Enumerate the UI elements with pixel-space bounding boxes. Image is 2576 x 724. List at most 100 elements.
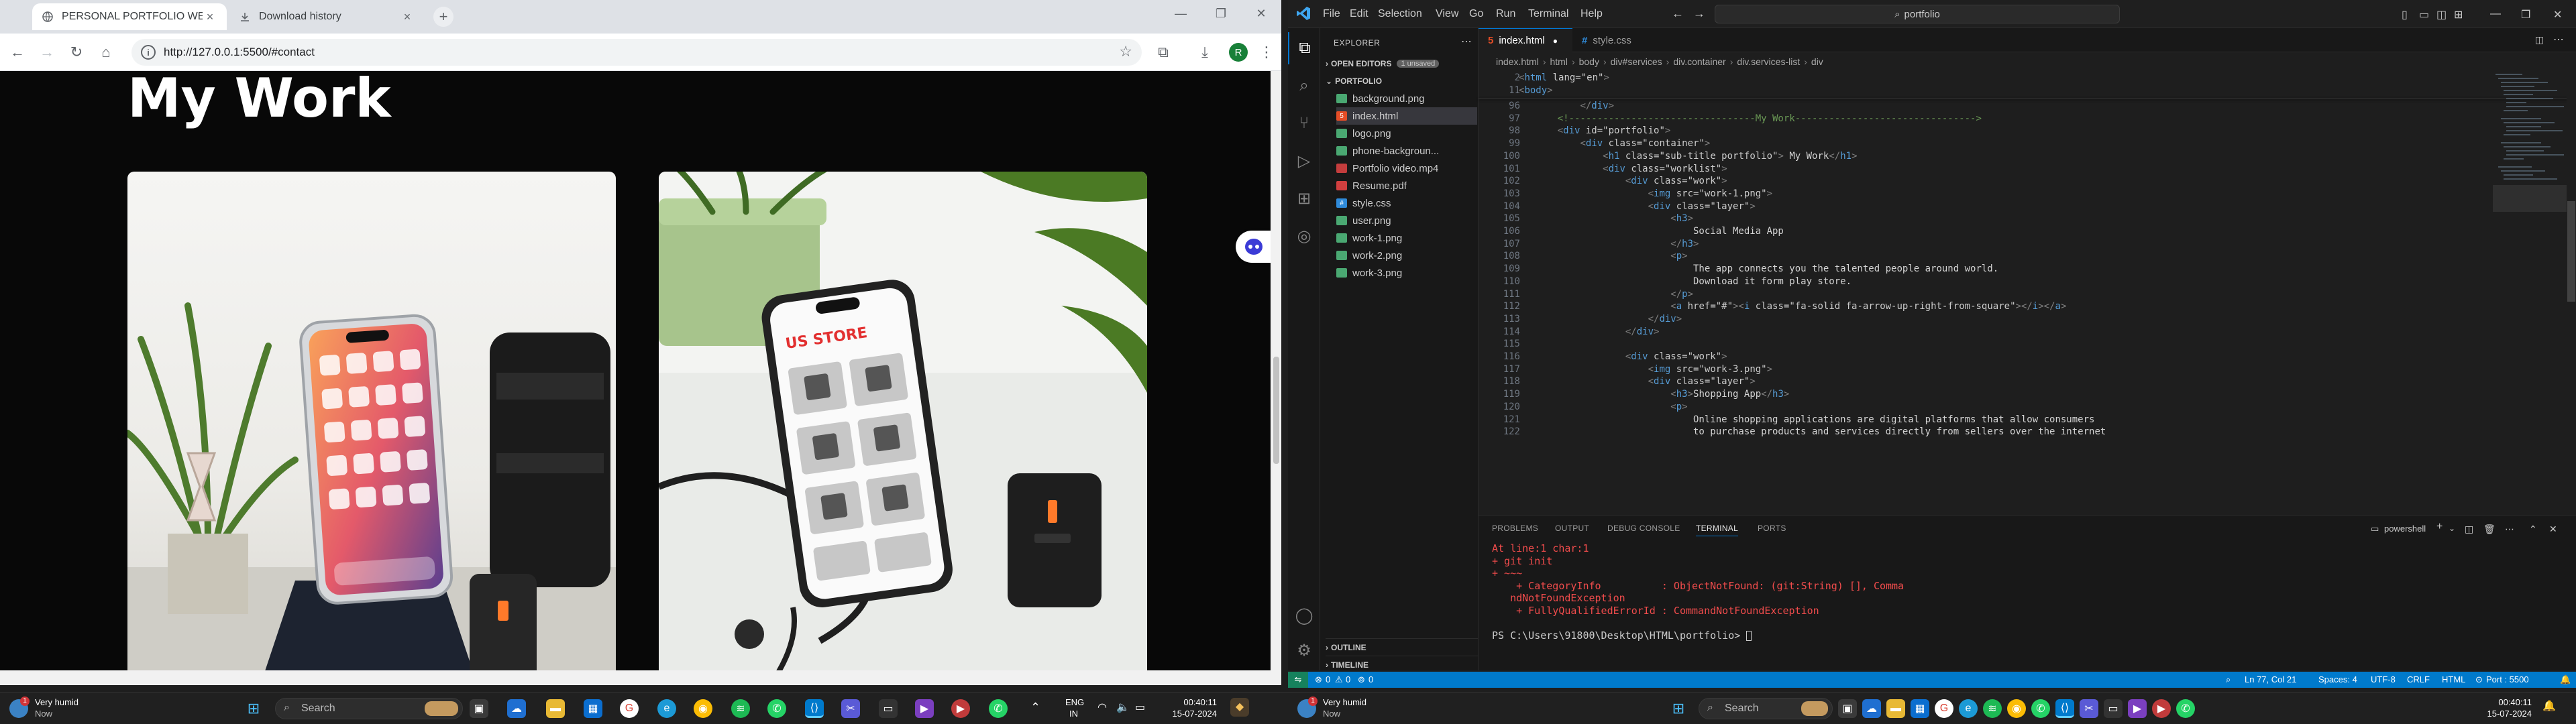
taskbar-search[interactable]: ⌕ Search [275,698,463,719]
explorer-icon[interactable]: ⧉ [1288,32,1320,64]
restore-button[interactable]: ❐ [1201,0,1241,27]
extensions-icon[interactable]: ⊞ [1288,182,1320,215]
remote-icon[interactable]: ◎ [1288,220,1320,252]
outline-section[interactable]: › OUTLINE [1326,638,1479,656]
code-line[interactable]: </h3> [1535,239,1699,249]
panel-tab-debug-console[interactable]: DEBUG CONSOLE [1607,524,1680,533]
search-icon[interactable]: ⌕ [1288,70,1320,102]
toggle-panel-icon[interactable]: ▭ [2419,8,2429,21]
code-line[interactable]: </div> [1535,314,1682,324]
warnings-icon[interactable]: ⚠ [1335,674,1343,685]
code-line[interactable]: <h1 class="sub-title portfolio"> My Work… [1535,151,1857,162]
account-icon[interactable]: ◯ [1288,599,1320,631]
cursor-position[interactable]: Ln 77, Col 21 [2245,674,2296,684]
portfolio-folder[interactable]: ⌄ PORTFOLIO [1326,72,1466,90]
panel-tab-terminal[interactable]: TERMINAL [1696,524,1739,536]
menu-selection[interactable]: Selection [1378,8,1422,20]
terminal-output[interactable]: At line:1 char:1 + git init + ~~~ + Catego… [1479,542,2576,670]
command-center-search[interactable]: ⌕ portfolio [1715,5,2120,23]
volume-icon[interactable]: 🔈 [1116,701,1130,714]
kill-terminal-icon[interactable]: 🗑 [2483,524,2496,535]
restore-button[interactable]: ❐ [2521,8,2530,21]
notifications-icon[interactable]: ◆ [1230,698,1249,717]
code-line[interactable]: <div class="layer"> [1535,201,1756,212]
panel-more-icon[interactable]: ⋯ [2505,524,2514,535]
whatsapp-icon[interactable]: ✆ [2031,699,2050,718]
region-indicator[interactable]: IN [1069,708,1078,719]
extensions-icon[interactable]: ⧉ [1151,40,1175,64]
store-icon[interactable]: ▦ [584,699,602,718]
code-line[interactable]: <div class="container"> [1535,138,1710,149]
code-editor[interactable]: 2 <html lang="en"> 11 <body> 96 </div> 97 <!-… [1479,71,2576,515]
windows-start-icon[interactable]: ⊞ [1669,699,1688,718]
terminal-cursor[interactable] [1746,630,1752,641]
indentation[interactable]: Spaces: 4 [2318,674,2357,684]
show-hidden-icons-icon[interactable]: ⌃ [1030,701,1040,715]
task-view-icon[interactable]: ▣ [1838,699,1857,718]
file-phone-background[interactable]: phone-backgroun... [1336,142,1477,160]
snipping-tool-icon[interactable]: ✂ [841,699,860,718]
editor-tab-style-css[interactable]: # style.css [1572,28,1653,52]
sticky-scroll-line[interactable]: <html lang="en"> [1519,72,1609,83]
menu-terminal[interactable]: Terminal [1528,8,1568,20]
source-control-icon[interactable]: ⑂ [1288,107,1320,139]
errors-count[interactable]: 0 [1326,674,1330,684]
split-terminal-icon[interactable]: ◫ [2465,524,2474,535]
breadcrumb-item[interactable]: div#services [1611,56,1662,67]
widgets-icon[interactable]: ☁ [1862,699,1881,718]
code-line[interactable]: The app connects you the talented people… [1535,263,1998,274]
whatsapp-business-icon[interactable]: ✆ [2176,699,2195,718]
close-panel-icon[interactable]: ✕ [2549,524,2557,535]
scrollbar-thumb[interactable] [1273,357,1279,464]
file-user-png[interactable]: user.png [1336,212,1477,229]
weather-widget[interactable]: 1 Very humid Now [9,697,103,721]
code-line[interactable]: <div class="work"> [1535,176,1727,186]
video-editor-icon[interactable]: ▶ [2128,699,2147,718]
video-editor-icon[interactable]: ▶ [915,699,934,718]
menu-run[interactable]: Run [1496,8,1515,20]
close-tab-icon[interactable]: × [400,9,415,24]
menu-view[interactable]: View [1436,8,1458,20]
address-bar[interactable]: i http://127.0.0.1:5500/#contact ☆ [131,39,1142,66]
toggle-secondary-icon[interactable]: ◫ [2436,8,2447,21]
vscode-icon[interactable]: ⟨⟩ [805,699,824,718]
code-line[interactable]: </div> [1535,326,1660,337]
bookmark-star-icon[interactable]: ☆ [1119,43,1132,60]
file-portfolio-video[interactable]: Portfolio video.mp4 [1336,160,1477,177]
copilot-sidebar-button[interactable] [1236,231,1273,263]
layout-icon[interactable]: ⊞ [2454,8,2463,21]
downloads-icon[interactable]: ⤓ [1193,40,1217,64]
code-line[interactable]: Social Media App [1535,226,1784,237]
forward-icon[interactable]: → [1693,7,1705,21]
new-tab-button[interactable]: + [433,7,453,27]
settings-gear-icon[interactable]: ⚙ [1288,634,1320,666]
edge-icon[interactable]: e [657,699,676,718]
encoding[interactable]: UTF-8 [2371,674,2396,684]
terminal-shell-label[interactable]: powershell [2384,524,2426,534]
file-explorer-icon[interactable]: ▬ [1886,699,1905,718]
tab-download-history[interactable]: Download history × [229,3,424,30]
breadcrumb-item[interactable]: div.services-list [1737,56,1800,67]
task-view-icon[interactable]: ▣ [470,699,488,718]
line-ending[interactable]: CRLF [2407,674,2430,684]
notifications-icon[interactable]: 🔔 [2542,699,2556,713]
split-editor-icon[interactable]: ◫ [2535,34,2544,46]
edge-icon[interactable]: e [1959,699,1978,718]
spotify-icon[interactable]: ≋ [731,699,750,718]
code-line[interactable]: <img src="work-3.png"> [1535,364,1772,375]
chrome-icon[interactable]: G [620,699,639,718]
code-line[interactable]: <div class="layer"> [1535,376,1756,387]
run-debug-icon[interactable]: ▷ [1288,145,1320,177]
close-window-button[interactable]: ✕ [1241,0,1281,27]
terminal-icon[interactable]: ▭ [2104,699,2123,718]
code-line[interactable]: Online shopping applications are digital… [1535,414,2094,425]
code-line[interactable]: <img src="work-1.png"> [1535,188,1772,199]
breadcrumb-item[interactable]: body [1579,56,1599,67]
zoom-icon[interactable]: ⌕ [2226,674,2231,685]
reload-icon[interactable]: ↻ [64,40,89,64]
terminal-icon[interactable]: ▭ [879,699,898,718]
file-background-png[interactable]: background.png [1336,90,1477,107]
panel-tab-output[interactable]: OUTPUT [1555,524,1589,533]
remote-indicator-icon[interactable]: ⇋ [1288,672,1308,688]
file-style-css[interactable]: # style.css [1336,194,1477,212]
